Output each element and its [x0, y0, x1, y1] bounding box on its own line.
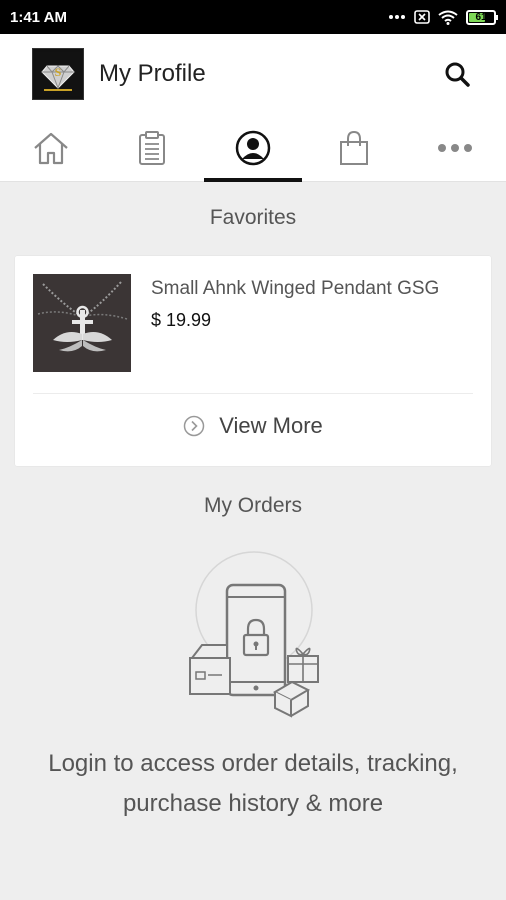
product-name[interactable]: Small Ahnk Winged Pendant GSG — [151, 278, 439, 300]
profile-icon — [235, 130, 271, 165]
phone-lock-icon — [189, 551, 319, 718]
page-title: My Profile — [99, 60, 206, 87]
product-price: $ 19.99 — [151, 310, 212, 330]
battery-icon: 61 — [466, 9, 498, 25]
tab-more[interactable] — [405, 114, 506, 181]
tab-shop[interactable] — [304, 114, 405, 181]
status-icons: 61 — [388, 9, 498, 25]
chevron-right-circle-icon — [183, 415, 205, 437]
product-image[interactable] — [33, 274, 131, 372]
view-more-label: View More — [219, 413, 323, 438]
view-more-button[interactable]: View More — [15, 406, 491, 446]
tab-home[interactable] — [0, 114, 101, 181]
login-prompt[interactable]: Login to access order details, tracking,… — [20, 744, 486, 824]
shopping-bag-icon — [340, 130, 369, 165]
tab-profile[interactable] — [202, 114, 303, 182]
tab-bar — [0, 114, 506, 182]
divider — [33, 393, 473, 394]
favorites-card: Small Ahnk Winged Pendant GSG $ 19.99 Vi… — [15, 256, 491, 466]
diamond-logo-icon: S — [36, 52, 80, 96]
app-bar: S My Profile — [0, 34, 506, 114]
wifi-icon — [438, 10, 458, 25]
favorite-item[interactable]: Small Ahnk Winged Pendant GSG $ 19.99 — [33, 274, 439, 372]
locked-orders-illustration — [180, 548, 330, 723]
more-icon — [438, 143, 473, 152]
search-button[interactable] — [440, 57, 474, 91]
clipboard-icon — [138, 130, 165, 165]
product-info: Small Ahnk Winged Pendant GSG $ 19.99 — [151, 278, 439, 372]
store-logo[interactable]: S — [32, 48, 84, 100]
pendant-image-icon — [33, 274, 131, 372]
status-time: 1:41 AM — [10, 8, 67, 26]
status-bar: 1:41 AM 61 — [0, 0, 506, 34]
login-prompt-line2: purchase history & more — [122, 790, 384, 817]
login-prompt-line1: Login to access order details, tracking, — [48, 750, 458, 777]
battery-level: 61 — [475, 11, 487, 23]
more-dots-icon — [388, 14, 406, 20]
orders-heading: My Orders — [203, 494, 302, 517]
search-icon — [445, 62, 470, 87]
tab-orders[interactable] — [101, 114, 202, 181]
svg-text:S: S — [55, 65, 62, 79]
home-icon — [33, 132, 68, 164]
sim-blocked-icon — [414, 10, 430, 24]
favorites-heading: Favorites — [209, 206, 297, 229]
